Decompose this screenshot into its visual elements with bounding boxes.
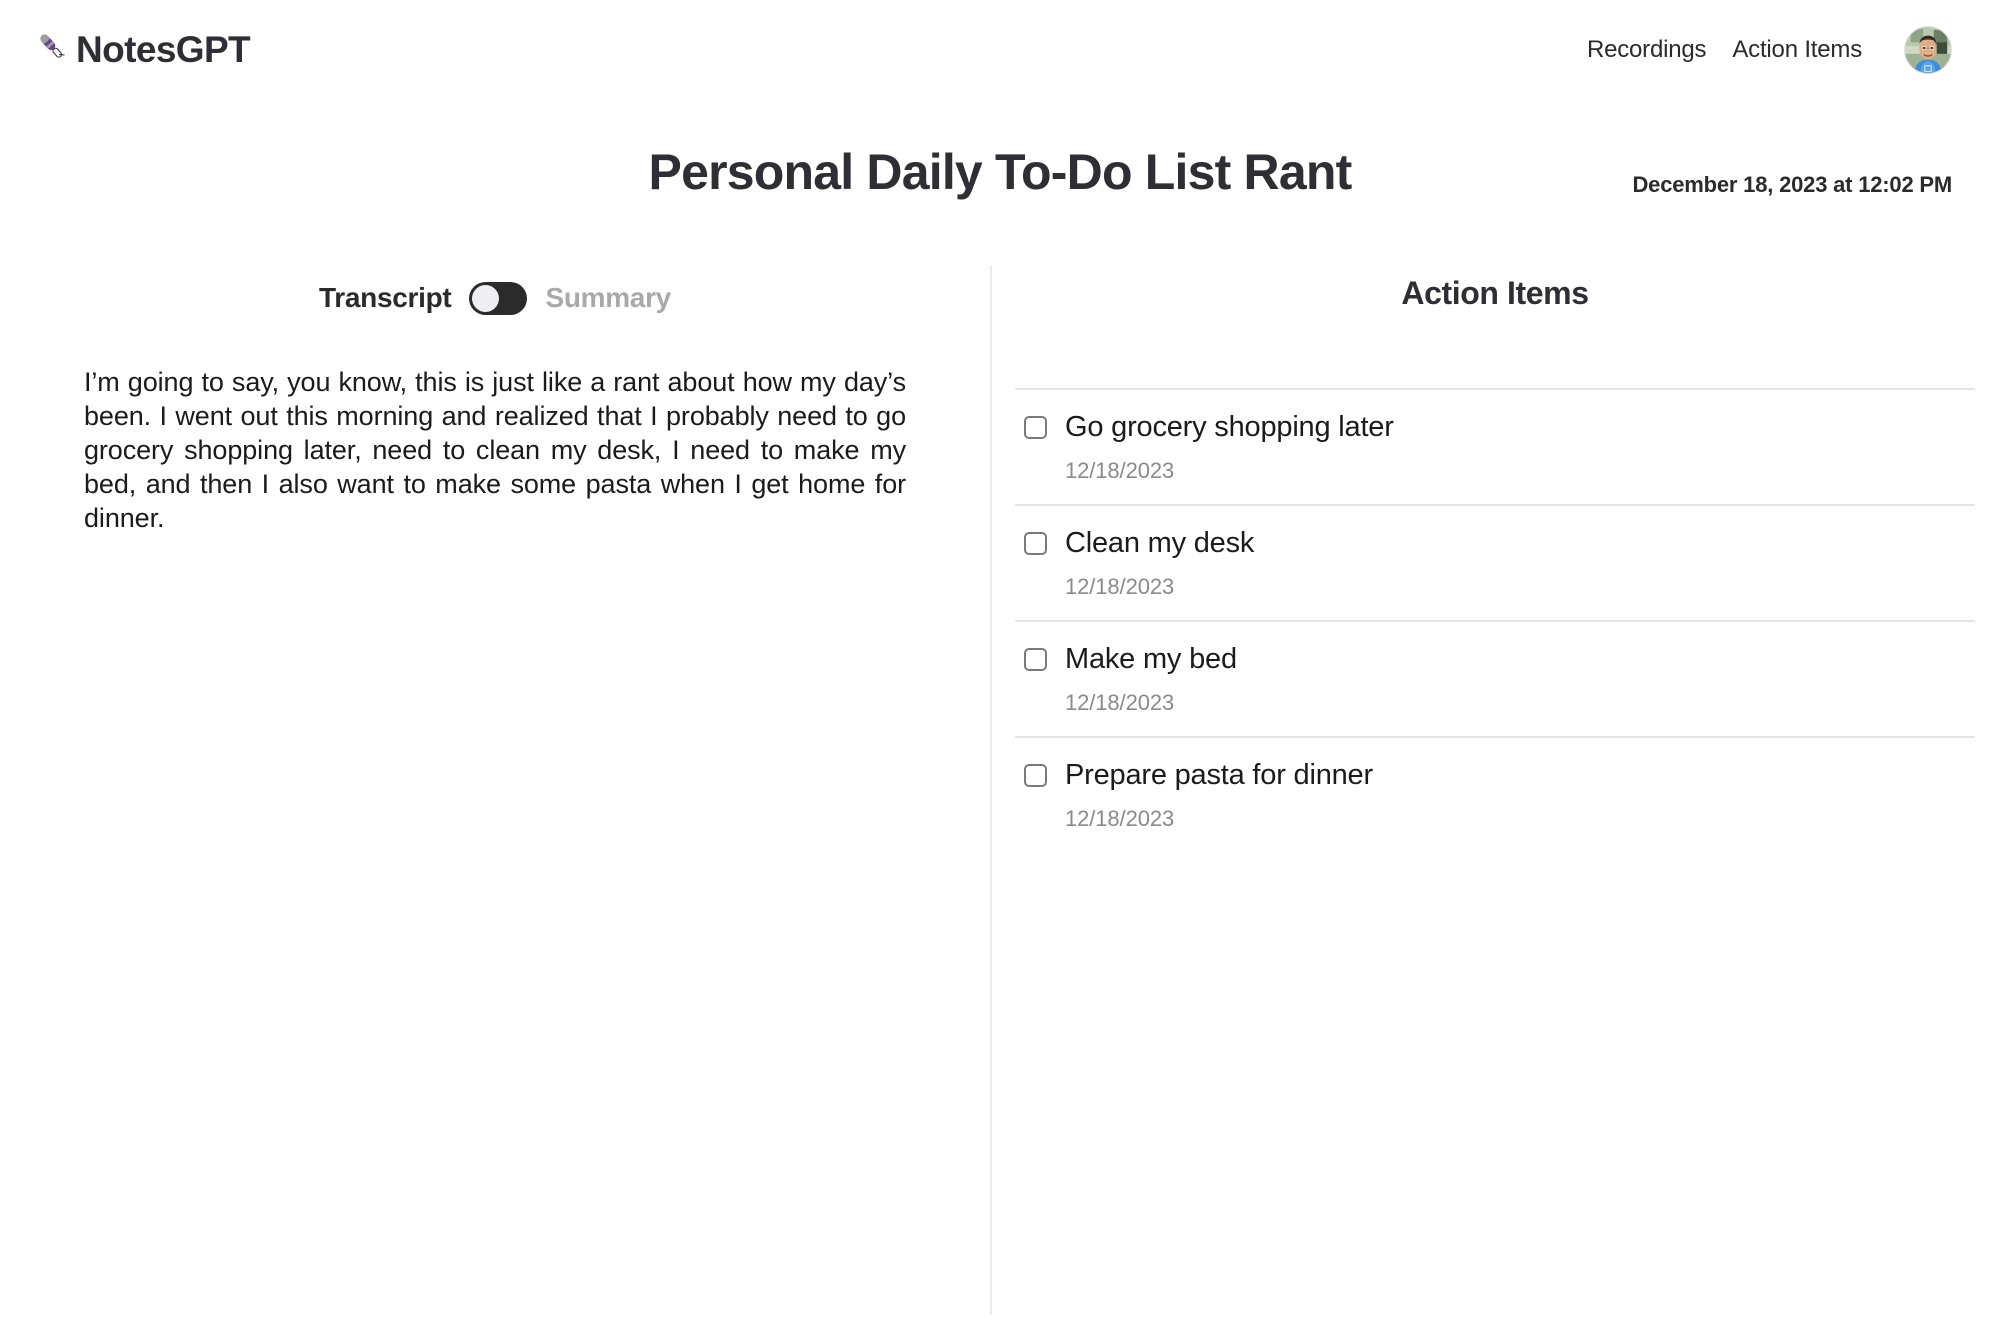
action-item-date: 12/18/2023 [1065, 805, 1175, 831]
app-page: NotesGPT Recordings Action Items Persona… [0, 0, 2000, 1325]
transcript-summary-switch[interactable] [469, 281, 528, 315]
action-item-row[interactable]: Make my bed 12/18/2023 [1015, 622, 1975, 738]
transcript-summary-toggle-row: Transcript Summary [84, 266, 906, 330]
action-item-label: Prepare pasta for dinner [1065, 758, 1373, 791]
action-items-list: Go grocery shopping later 12/18/2023 Clean… [1015, 388, 1975, 852]
action-items-title: Action Items [1401, 275, 1589, 311]
transcript-text: I’m going to say, you know, this is just… [84, 367, 906, 534]
action-item-row[interactable]: Prepare pasta for dinner 12/18/2023 [1015, 738, 1975, 852]
nav-link-recordings[interactable]: Recordings [1587, 36, 1707, 64]
header-nav: Recordings Action Items [1587, 26, 1952, 74]
action-item-label: Clean my desk [1065, 526, 1255, 559]
action-item-checkbox[interactable] [1024, 532, 1047, 556]
action-item-main: Go grocery shopping later [1015, 411, 1975, 444]
toggle-label-summary[interactable]: Summary [545, 282, 671, 314]
action-item-main: Make my bed [1015, 642, 1975, 676]
transcript-panel: Transcript Summary I’m going to say, you… [0, 260, 990, 535]
action-item-checkbox[interactable] [1024, 764, 1047, 788]
user-avatar[interactable] [1904, 26, 1952, 74]
content-columns: Transcript Summary I’m going to say, you… [0, 260, 2000, 1325]
note-title-row: Personal Daily To-Do List Rant December … [0, 144, 2000, 214]
action-item-label: Make my bed [1065, 642, 1237, 675]
action-item-date: 12/18/2023 [1065, 457, 1175, 483]
action-item-checkbox[interactable] [1024, 416, 1047, 440]
action-item-checkbox[interactable] [1024, 648, 1047, 672]
action-item-row[interactable]: Clean my desk 12/18/2023 [1015, 506, 1975, 622]
action-item-date: 12/18/2023 [1065, 573, 1175, 599]
brand-logo[interactable]: NotesGPT [34, 29, 251, 72]
action-item-label: Go grocery shopping later [1065, 411, 1394, 443]
action-items-panel: Action Items Go grocery shopping later 12… [992, 260, 2000, 852]
microphone-icon [34, 30, 70, 72]
app-header: NotesGPT Recordings Action Items [0, 0, 2000, 100]
action-item-main: Prepare pasta for dinner [1015, 758, 1975, 792]
nav-link-action-items[interactable]: Action Items [1732, 36, 1862, 64]
switch-knob [472, 284, 500, 312]
action-item-date: 12/18/2023 [1065, 689, 1175, 715]
toggle-label-transcript[interactable]: Transcript [319, 282, 452, 314]
action-item-main: Clean my desk [1015, 526, 1975, 560]
brand-name: NotesGPT [76, 29, 251, 70]
action-item-row[interactable]: Go grocery shopping later 12/18/2023 [1015, 390, 1975, 506]
note-timestamp: December 18, 2023 at 12:02 PM [1632, 172, 1952, 197]
